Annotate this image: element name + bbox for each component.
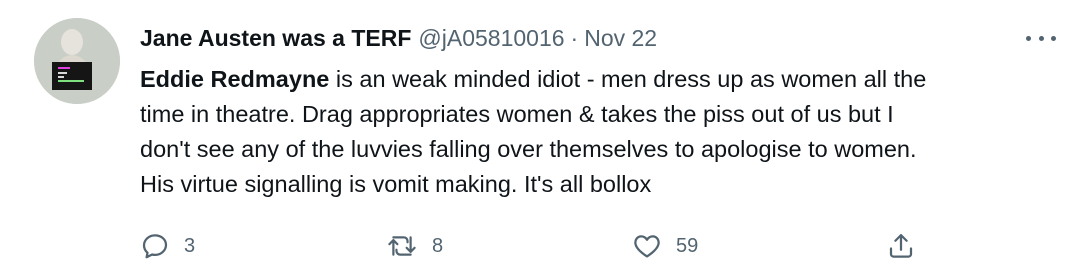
user-handle[interactable]: @jA05810016 [418,25,564,52]
more-dot [1026,35,1031,41]
tweet-text: Eddie Redmayne is an weak minded idiot -… [140,62,1065,202]
reply-button[interactable]: 3 [140,228,195,264]
heart-icon [634,235,660,258]
tweet-text-line: Eddie Redmayne is an weak minded idiot -… [140,62,1065,97]
display-name[interactable]: Jane Austen was a TERF [140,25,411,52]
tweet-text-segment: is an weak minded idiot - men dress up a… [329,66,927,92]
tweet-text-line: His virtue signalling is vomit making. I… [140,171,652,197]
more-dot [1038,35,1044,41]
more-dot [1051,35,1056,41]
retweet-count: 8 [432,234,444,257]
like-button[interactable]: 59 [632,228,698,264]
tweet-text-line: don't see any of the luvvies falling ove… [140,136,917,162]
reply-count: 3 [184,234,196,257]
like-count: 59 [676,234,699,257]
retweet-icon [388,236,416,256]
separator-dot: · [570,24,579,51]
tweet-header: Jane Austen was a TERF @jA05810016 · Nov… [140,22,657,54]
tweet-card[interactable]: Jane Austen was a TERF @jA05810016 · Nov… [0,0,1080,279]
avatar[interactable] [34,18,120,104]
reply-icon [142,234,168,259]
tweet-text-line: time in theatre. Drag appropriates women… [140,101,894,127]
avatar-image [34,18,120,104]
action-bar: 3 8 59 [140,228,940,264]
retweet-button[interactable]: 8 [386,228,443,264]
more-options-icon[interactable] [1026,30,1056,46]
share-icon [889,234,913,258]
bold-mention: Eddie Redmayne [140,66,330,92]
share-button[interactable] [886,228,916,264]
tweet-date[interactable]: Nov 22 [584,25,657,52]
